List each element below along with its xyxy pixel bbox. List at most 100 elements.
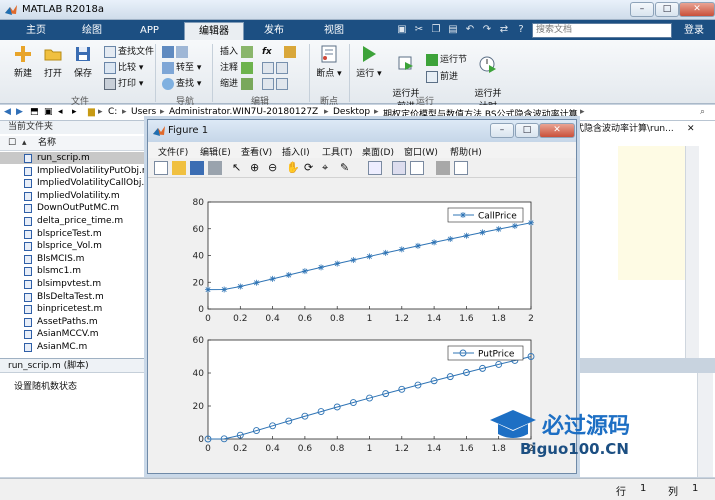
file-list-item[interactable]: run_scrip.m	[0, 152, 152, 164]
data-cursor-icon[interactable]: ⌖	[322, 161, 336, 175]
nav-forward-icon[interactable]: ▶	[16, 107, 23, 117]
minimize-button[interactable]: –	[630, 2, 654, 17]
copy-quick-icon[interactable]: ❐	[429, 23, 443, 37]
menu-desktop[interactable]: 桌面(D)	[362, 145, 394, 158]
advance-button[interactable]: 前进	[426, 70, 458, 85]
paste-quick-icon[interactable]: ▤	[446, 23, 460, 37]
run-button[interactable]: 运行 ▾	[352, 44, 386, 79]
menu-view[interactable]: 查看(V)	[241, 145, 272, 158]
save-button[interactable]: 保存	[66, 44, 100, 79]
column-name[interactable]: 名称	[38, 136, 56, 151]
file-list-item[interactable]: delta_price_time.m	[0, 215, 152, 227]
zoom-in-icon[interactable]: ⊕	[250, 161, 264, 175]
search-docs-input[interactable]: 搜索文档	[532, 23, 672, 38]
fx-button[interactable]: fx	[262, 45, 272, 60]
save-quick-icon[interactable]: ▣	[395, 23, 409, 37]
tab-home[interactable]: 主页	[12, 22, 60, 40]
figure-maximize-button[interactable]: □	[515, 123, 539, 138]
new-figure-icon[interactable]	[154, 161, 168, 175]
search-path-icon[interactable]: ⌕	[700, 107, 705, 117]
insert-button[interactable]: 插入	[220, 45, 255, 60]
legend-icon[interactable]	[410, 161, 424, 175]
file-list-item[interactable]: ImpliedVolatility.m	[0, 190, 152, 202]
figure-close-button[interactable]: ✕	[539, 123, 575, 138]
editor-tab[interactable]: 式隐含波动率计算\run...	[575, 122, 685, 136]
file-list-item[interactable]: AssetPaths.m	[0, 316, 152, 328]
help-icon[interactable]: ?	[514, 23, 528, 37]
nav-back-icon[interactable]: ◀	[4, 107, 11, 117]
edit-tool-icon[interactable]	[284, 45, 298, 60]
print-figure-icon[interactable]	[208, 161, 222, 175]
tab-view[interactable]: 视图	[310, 22, 358, 40]
editor-close-icon[interactable]: ✕	[687, 124, 697, 134]
goto-button[interactable]: 转至 ▾	[162, 61, 201, 76]
file-list-item[interactable]: BlsDeltaTest.m	[0, 291, 152, 303]
comment-toggle-icon[interactable]	[262, 61, 290, 76]
editor-scrollbar[interactable]	[685, 146, 699, 358]
open-button[interactable]: 打开	[36, 44, 70, 79]
pan-hand-icon[interactable]: ✋	[286, 161, 300, 175]
breadcrumb-desktop[interactable]: Desktop	[333, 107, 370, 117]
file-list-item[interactable]: BlsMCIS.m	[0, 253, 152, 265]
figure-minimize-button[interactable]: –	[490, 123, 514, 138]
colorbar-icon[interactable]	[392, 161, 406, 175]
close-button[interactable]: ✕	[679, 2, 715, 17]
maximize-button[interactable]: □	[655, 2, 679, 17]
file-list-item[interactable]: binpricetest.m	[0, 303, 152, 315]
link-plot-icon[interactable]	[368, 161, 382, 175]
up-folder-icon[interactable]: ⬒	[30, 107, 39, 117]
indent-toggle-icon[interactable]	[262, 77, 290, 92]
find-files-button[interactable]: 查找文件	[104, 45, 154, 60]
comment-button[interactable]: 注释	[220, 61, 255, 76]
undo-icon[interactable]: ↶	[463, 23, 477, 37]
zoom-out-icon[interactable]: ⊖	[268, 161, 282, 175]
figure-title-bar[interactable]: Figure 1 – □ ✕	[148, 120, 576, 142]
compare-button[interactable]: 比较 ▾	[104, 61, 143, 76]
pointer-icon[interactable]: ↖	[232, 161, 246, 175]
brush-icon[interactable]: ✎	[340, 161, 354, 175]
file-list-item[interactable]: DownOutPutMC.m	[0, 202, 152, 214]
breadcrumb-admin[interactable]: Administrator.WIN7U-20180127Z	[169, 107, 318, 117]
breadcrumb-users[interactable]: Users	[131, 107, 156, 117]
tab-plots[interactable]: 绘图	[68, 22, 116, 40]
file-list-item[interactable]: blsprice_Vol.m	[0, 240, 152, 252]
new-button[interactable]: 新建	[6, 44, 40, 79]
tab-apps[interactable]: APP	[126, 22, 173, 40]
run-and-time-button[interactable]: 运行并 计时	[470, 44, 506, 112]
indent-button[interactable]: 缩进	[220, 77, 255, 92]
menu-insert[interactable]: 插入(I)	[282, 145, 310, 158]
breadcrumb-dropdown-icon[interactable]: ▸	[580, 107, 585, 117]
run-section-button[interactable]: 运行节	[426, 53, 467, 68]
hide-plot-tools-icon[interactable]	[436, 161, 450, 175]
file-list-item[interactable]: blsmc1.m	[0, 265, 152, 277]
open-file-icon[interactable]	[172, 161, 186, 175]
menu-tools[interactable]: 工具(T)	[322, 145, 353, 158]
breadcrumb-c[interactable]: C:	[108, 107, 117, 117]
file-list-item[interactable]: blspriceTest.m	[0, 228, 152, 240]
file-list-item[interactable]: ImpliedVolatilityCallObj.m	[0, 177, 152, 189]
nav-back-alt-icon[interactable]: ◂	[58, 107, 63, 117]
column-header[interactable]: ☐ ▴ 名称	[0, 136, 152, 151]
menu-window[interactable]: 窗口(W)	[404, 145, 438, 158]
back-forward-buttons[interactable]	[162, 45, 190, 60]
print-button[interactable]: 打印 ▾	[104, 77, 143, 92]
login-button[interactable]: 登录	[676, 21, 712, 40]
nav-forward-alt-icon[interactable]: ▸	[72, 107, 77, 117]
menu-edit[interactable]: 编辑(E)	[200, 145, 231, 158]
file-list-item[interactable]: ImpliedVolatilityPutObj.m	[0, 165, 152, 177]
breakpoints-button[interactable]: 断点 ▾	[312, 44, 346, 79]
file-list-item[interactable]: blsimpvtest.m	[0, 278, 152, 290]
menu-file[interactable]: 文件(F)	[158, 145, 188, 158]
switch-window-icon[interactable]: ⇄	[497, 23, 511, 37]
tab-editor[interactable]: 编辑器	[184, 22, 244, 40]
file-list-item[interactable]: AsianMC.m	[0, 341, 152, 353]
redo-icon[interactable]: ↷	[480, 23, 494, 37]
file-list-item[interactable]: AsianMCCV.m	[0, 328, 152, 340]
menu-help[interactable]: 帮助(H)	[450, 145, 482, 158]
command-window-scrollbar[interactable]	[697, 373, 713, 477]
save-figure-icon[interactable]	[190, 161, 204, 175]
show-plot-tools-icon[interactable]	[454, 161, 468, 175]
find-button[interactable]: 查找 ▾	[162, 77, 201, 92]
tab-publish[interactable]: 发布	[250, 22, 298, 40]
rotate-3d-icon[interactable]: ⟳	[304, 161, 318, 175]
